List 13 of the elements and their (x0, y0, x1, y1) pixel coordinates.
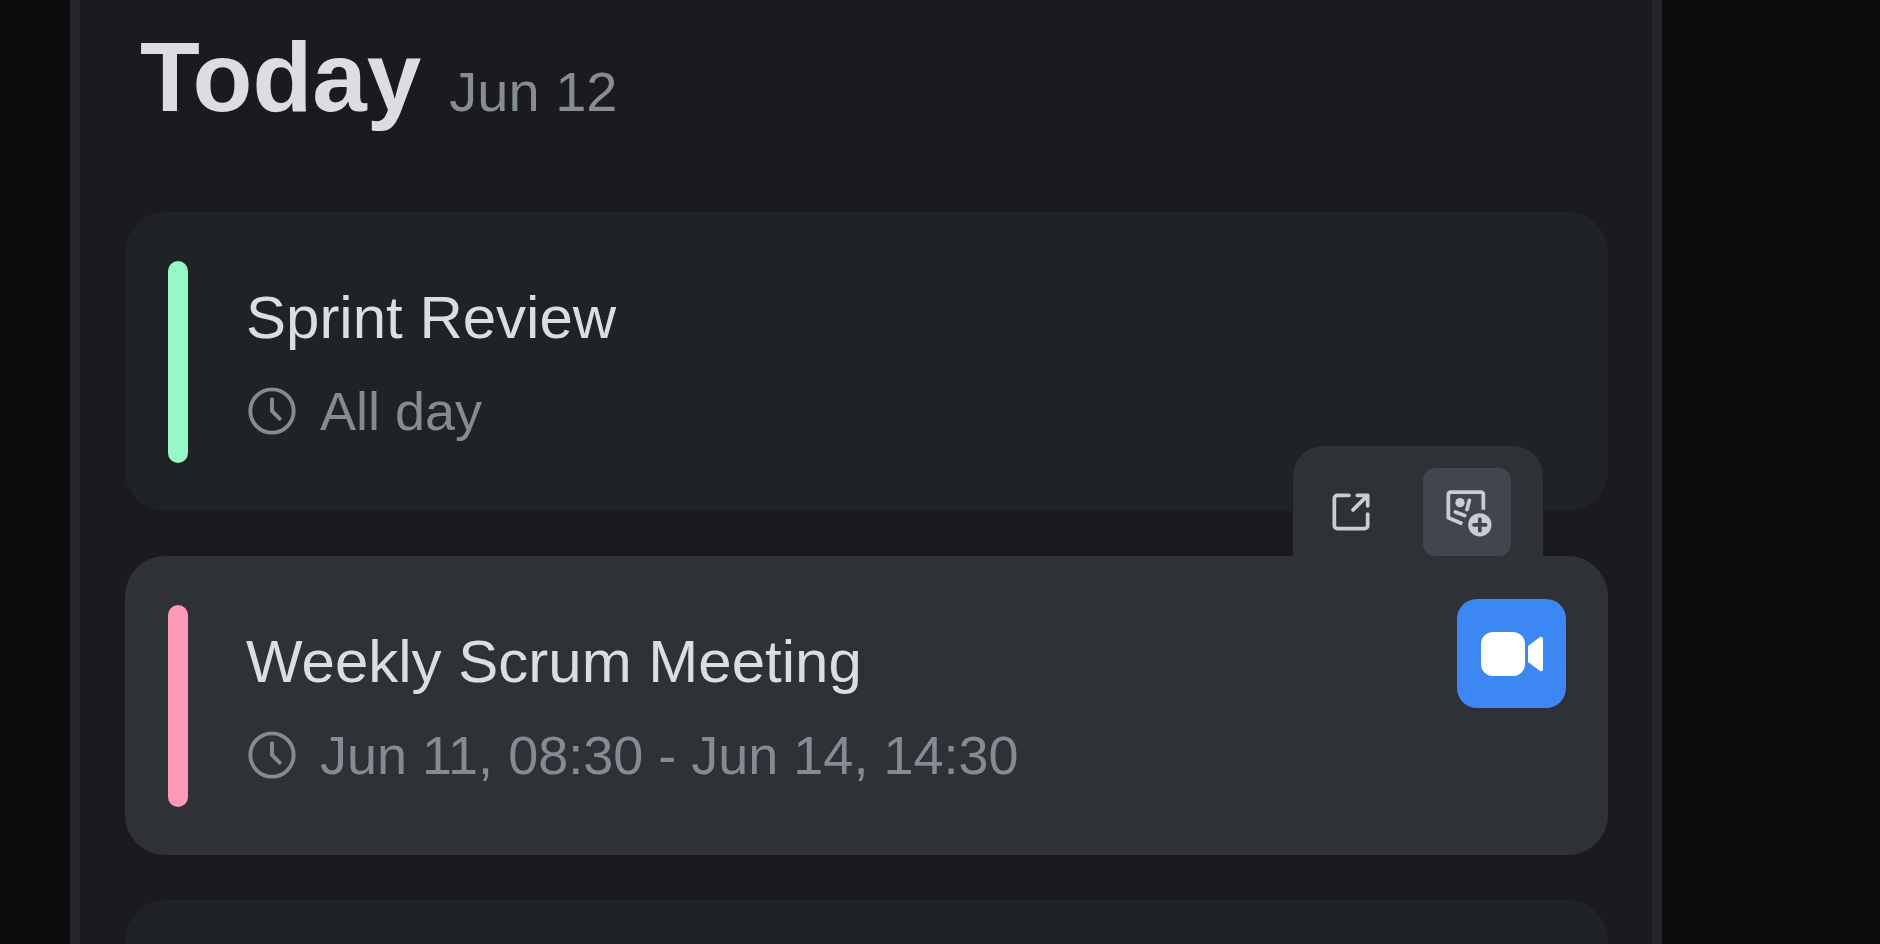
event-card[interactable]: Weekly Scrum Meeting Jun 11, 08:30 - Jun 14, 14:30 (125, 556, 1608, 855)
date-label: Jun 12 (449, 59, 618, 124)
video-camera-icon (1480, 631, 1543, 676)
event-title: Sprint Review (246, 282, 618, 353)
day-heading: Today (140, 22, 422, 132)
event-title: Weekly Scrum Meeting (246, 626, 863, 697)
event-time: Jun 11, 08:30 - Jun 14, 14:30 (320, 723, 1019, 787)
event-card[interactable]: Sprint Review All day (125, 212, 1608, 511)
clock-icon (246, 728, 298, 781)
video-call-button[interactable] (1457, 599, 1566, 708)
add-person-button[interactable] (1423, 468, 1511, 556)
event-time: All day (320, 379, 483, 443)
clock-icon (246, 384, 298, 437)
